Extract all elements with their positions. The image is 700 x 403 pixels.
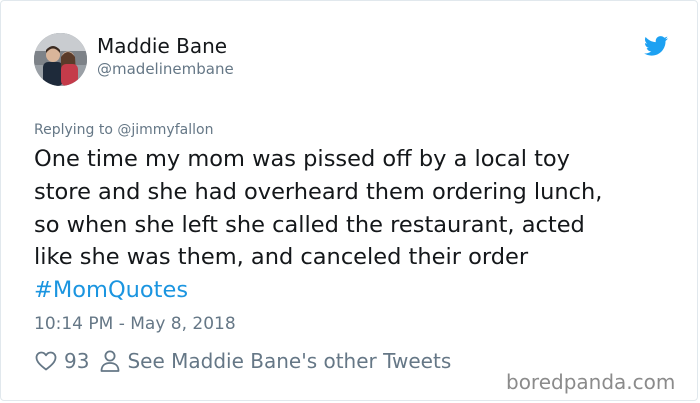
- twitter-bird-icon[interactable]: [644, 36, 668, 56]
- hashtag-link[interactable]: #MomQuotes: [34, 274, 674, 307]
- replying-to[interactable]: Replying to @jimmyfallon: [34, 121, 213, 139]
- like-count: 93: [64, 349, 90, 373]
- tweet-text: One time my mom was pissed off by a loca…: [34, 143, 674, 307]
- heart-icon[interactable]: [34, 349, 58, 373]
- person-icon: [101, 350, 120, 372]
- tweet-card: Maddie Bane @madelinembane Replying to @…: [0, 0, 698, 401]
- other-tweets-link[interactable]: See Maddie Bane's other Tweets: [127, 349, 451, 373]
- tweet-line: like she was them, and canceled their or…: [34, 244, 529, 271]
- tweet-line: store and she had overheard them orderin…: [34, 178, 603, 205]
- tweet-line: One time my mom was pissed off by a loca…: [34, 146, 571, 172]
- tweet-actions: 93 See Maddie Bane's other Tweets: [34, 347, 451, 375]
- avatar-photo: [34, 33, 87, 86]
- tweet-timestamp[interactable]: 10:14 PM - May 8, 2018: [34, 313, 236, 335]
- author-handle[interactable]: @madelinembane: [97, 59, 234, 79]
- watermark: boredpanda.com: [506, 370, 676, 394]
- author-display-name[interactable]: Maddie Bane: [97, 33, 227, 59]
- avatar[interactable]: [34, 33, 87, 86]
- tweet-line: so when she left she called the restaura…: [34, 211, 585, 238]
